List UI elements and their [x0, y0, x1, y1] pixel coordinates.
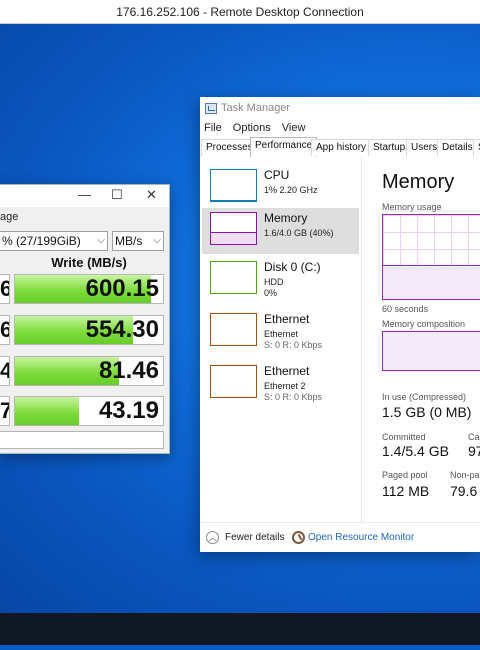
resource-name: Ethernet [264, 364, 310, 378]
resource-ethernet-2[interactable]: Ethernet Ethernet 2 S: 0 R: 0 Kbps [202, 361, 359, 407]
memory-composition-bar [382, 331, 480, 371]
resource-ethernet[interactable]: Ethernet Ethernet S: 0 R: 0 Kbps [202, 309, 359, 355]
memory-usage-label: Memory usage [382, 202, 442, 212]
write-result-value: 81.46 [98, 357, 159, 384]
resource-memory[interactable]: Memory 1.6/4.0 GB (40%) [202, 208, 359, 254]
tab-services[interactable]: S [473, 139, 480, 156]
chevron-down-icon: ⌵ [97, 235, 105, 246]
minimize-icon[interactable]: — [78, 187, 91, 202]
resource-name: Memory [264, 211, 308, 225]
write-column-header: Write (MB/s) [51, 255, 127, 270]
disk-thumbnail [210, 261, 257, 294]
tm-tab-bar: Processes Performance App history Startu… [200, 137, 480, 157]
write-result-cell: 81.46 [14, 356, 164, 386]
cpu-thumbnail [210, 169, 257, 202]
menu-file[interactable]: File [204, 122, 222, 134]
usage-label: age [0, 211, 19, 223]
ethernet-2-thumbnail [210, 365, 257, 398]
rdp-title: 176.16.252.106 - Remote Desktop Connecti… [116, 5, 364, 19]
in-use-label: In use (Compressed) [382, 392, 467, 402]
rdp-title-bar: 176.16.252.106 - Remote Desktop Connecti… [0, 0, 480, 24]
graph-duration-label: 60 seconds [382, 304, 429, 314]
resource-detail: 1% 2.20 GHz [264, 185, 318, 195]
crystaldiskmark-window[interactable]: — ☐ ✕ age % (27/199GiB) ⌵ MB/s ⌵ Write (… [0, 184, 170, 454]
read-result-cell: 7 [0, 396, 10, 426]
task-manager-icon [205, 103, 217, 114]
memory-composition-label: Memory composition [382, 319, 466, 329]
memory-usage-fill [383, 265, 480, 299]
resource-disk[interactable]: Disk 0 (C:) HDD 0% [202, 257, 359, 303]
maximize-icon[interactable]: ☐ [111, 187, 123, 203]
cdm-title-bar[interactable]: — ☐ ✕ [0, 185, 169, 207]
read-result-cell: 6 [0, 274, 10, 304]
tab-startup[interactable]: Startup [368, 139, 411, 156]
ethernet-thumbnail [210, 313, 257, 346]
tab-app-history[interactable]: App history [311, 139, 372, 156]
drive-select[interactable]: % (27/199GiB) ⌵ [0, 231, 108, 251]
memory-thumbnail [210, 212, 257, 245]
resource-name: Disk 0 (C:) [264, 260, 321, 274]
resource-monitor-icon[interactable] [292, 531, 305, 544]
tab-performance[interactable]: Performance [250, 137, 318, 157]
tm-title: Task Manager [221, 102, 291, 114]
resource-detail-2: S: 0 R: 0 Kbps [264, 340, 323, 350]
detail-title: Memory [382, 171, 455, 193]
write-result-bar [15, 397, 79, 425]
tm-footer: ︿ Fewer details Open Resource Monitor [200, 522, 480, 552]
resource-detail: Ethernet 2 [264, 381, 306, 391]
unit-select[interactable]: MB/s ⌵ [112, 231, 164, 251]
resource-cpu[interactable]: CPU 1% 2.20 GHz [202, 165, 359, 211]
cached-value: 97 [468, 443, 480, 459]
tab-details[interactable]: Details [437, 139, 478, 156]
committed-label: Committed [382, 432, 426, 442]
write-result-cell: 43.19 [14, 396, 164, 426]
committed-value: 1.4/5.4 GB [382, 443, 449, 459]
taskbar-bottom-strip [0, 645, 480, 650]
memory-detail-panel: Memory Memory usage 60 seconds Memory co… [376, 157, 480, 522]
tm-menu-bar: File Options View [200, 122, 309, 136]
in-use-value: 1.5 GB (0 MB) [382, 404, 472, 420]
resource-list: CPU 1% 2.20 GHz Memory 1.6/4.0 GB (40%) … [200, 157, 362, 522]
chevron-down-icon: ⌵ [153, 235, 161, 246]
paged-pool-value: 112 MB [382, 483, 430, 499]
resource-detail-2: 0% [264, 288, 278, 298]
read-result-cell: 6 [0, 315, 10, 345]
task-manager-window[interactable]: Task Manager File Options View Processes… [200, 97, 480, 552]
cdm-status-field [0, 431, 164, 449]
write-result-cell: 600.15 [14, 274, 164, 304]
menu-view[interactable]: View [282, 122, 306, 134]
cached-label: Ca [468, 432, 480, 442]
menu-options[interactable]: Options [233, 122, 271, 134]
unit-select-value: MB/s [115, 234, 143, 248]
read-result-cell: 4 [0, 356, 10, 386]
resource-detail: HDD [264, 277, 284, 287]
resource-name: Ethernet [264, 312, 310, 326]
memory-usage-bar [211, 231, 256, 244]
write-result-value: 600.15 [85, 275, 159, 302]
tm-title-bar[interactable]: Task Manager [200, 97, 480, 121]
open-resource-monitor-link[interactable]: Open Resource Monitor [308, 532, 414, 543]
non-paged-pool-label: Non-pa [450, 470, 480, 480]
write-result-cell: 554.30 [14, 315, 164, 345]
resource-detail: Ethernet [264, 329, 299, 339]
write-result-value: 43.19 [98, 397, 159, 424]
resource-detail-2: S: 0 R: 0 Kbps [264, 392, 323, 402]
close-icon[interactable]: ✕ [146, 187, 157, 203]
chevron-up-icon[interactable]: ︿ [206, 531, 219, 544]
write-result-value: 554.30 [85, 316, 159, 343]
cpu-usage-bar [211, 200, 256, 201]
resource-detail: 1.6/4.0 GB (40%) [264, 228, 334, 238]
memory-usage-graph [382, 214, 480, 300]
drive-select-value: % (27/199GiB) [2, 234, 81, 248]
non-paged-pool-value: 79.6 [450, 483, 478, 499]
resource-name: CPU [264, 168, 290, 182]
fewer-details-button[interactable]: Fewer details [225, 532, 284, 543]
paged-pool-label: Paged pool [382, 470, 428, 480]
